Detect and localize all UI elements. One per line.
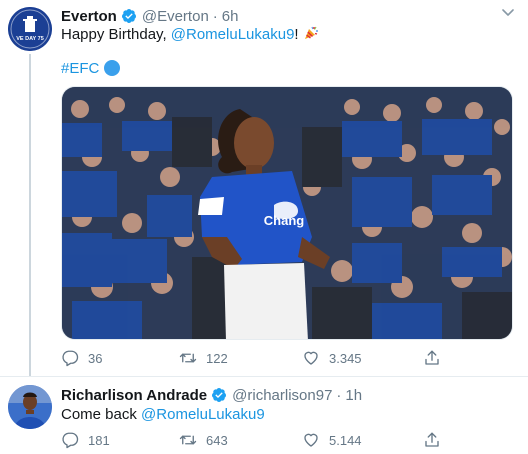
heart-icon	[304, 351, 318, 365]
author-name[interactable]: Everton	[61, 8, 117, 25]
separator-dot: ·	[336, 386, 342, 404]
tweet-actions: 36 122 3.345	[61, 348, 511, 368]
like-count: 3.345	[329, 350, 362, 366]
tweet-timestamp[interactable]: 1h	[345, 387, 362, 404]
retweet-button[interactable]: 643	[179, 430, 228, 450]
retweet-button[interactable]: 122	[179, 348, 228, 368]
blue-circle-icon	[104, 60, 121, 76]
share-button[interactable]	[423, 430, 450, 450]
reply-count: 181	[88, 432, 110, 448]
share-button[interactable]	[423, 348, 450, 368]
retweet-icon	[179, 353, 197, 363]
share-icon	[425, 350, 439, 365]
reply-button[interactable]: 36	[61, 348, 102, 368]
avatar-text: VE DAY 75	[16, 36, 44, 42]
thread-line	[29, 54, 31, 376]
tweet-photo[interactable]: Chang	[61, 86, 513, 340]
reply-button[interactable]: 181	[61, 430, 110, 450]
reply-icon	[62, 432, 79, 449]
chevron-down-icon[interactable]	[502, 9, 514, 17]
heart-icon	[304, 433, 318, 447]
share-icon	[425, 432, 439, 447]
author-handle[interactable]: @Everton	[142, 8, 209, 25]
verified-badge-icon	[121, 9, 136, 23]
like-count: 5.144	[329, 432, 362, 448]
tweet-header: Everton @Everton · 6h	[61, 6, 238, 26]
richarlison-avatar[interactable]	[8, 385, 52, 429]
tweet-actions: 181 643 5.144	[61, 430, 511, 450]
text-prefix: Come back	[61, 406, 142, 423]
party-popper-icon	[304, 26, 318, 39]
tweet-text: Come back @RomeluLukaku9	[61, 405, 265, 425]
tweet-timestamp[interactable]: 6h	[222, 8, 239, 25]
tweet-text: Happy Birthday, @RomeluLukaku9!	[61, 25, 319, 45]
text-prefix: Happy Birthday,	[61, 26, 171, 43]
hashtag-link[interactable]: #EFC	[61, 60, 99, 77]
tweet-richarlison[interactable]: Richarlison Andrade @richarlison97 · 1h …	[0, 376, 528, 454]
author-name[interactable]: Richarlison Andrade	[61, 387, 207, 404]
reply-icon	[62, 350, 79, 367]
retweet-count: 122	[206, 350, 228, 366]
separator-dot: ·	[212, 7, 218, 25]
text-suffix: !	[294, 26, 303, 43]
shirt-sponsor-text: Chang	[264, 213, 305, 228]
tweet-header: Richarlison Andrade @richarlison97 · 1h	[61, 385, 362, 405]
reply-count: 36	[88, 350, 103, 366]
retweet-icon	[179, 435, 197, 445]
mention-link[interactable]: @RomeluLukaku9	[171, 26, 295, 43]
tweet-everton[interactable]: VE DAY 75 Everton @Everton · 6h Happy Bi…	[0, 0, 528, 376]
like-button[interactable]: 5.144	[302, 430, 362, 450]
author-handle[interactable]: @richarlison97	[232, 387, 332, 404]
mention-link[interactable]: @RomeluLukaku9	[141, 406, 265, 423]
verified-badge-icon	[212, 388, 227, 402]
hashtag-row: #EFC	[61, 58, 121, 78]
retweet-count: 643	[206, 432, 228, 448]
everton-avatar[interactable]: VE DAY 75	[8, 7, 52, 51]
like-button[interactable]: 3.345	[302, 348, 362, 368]
